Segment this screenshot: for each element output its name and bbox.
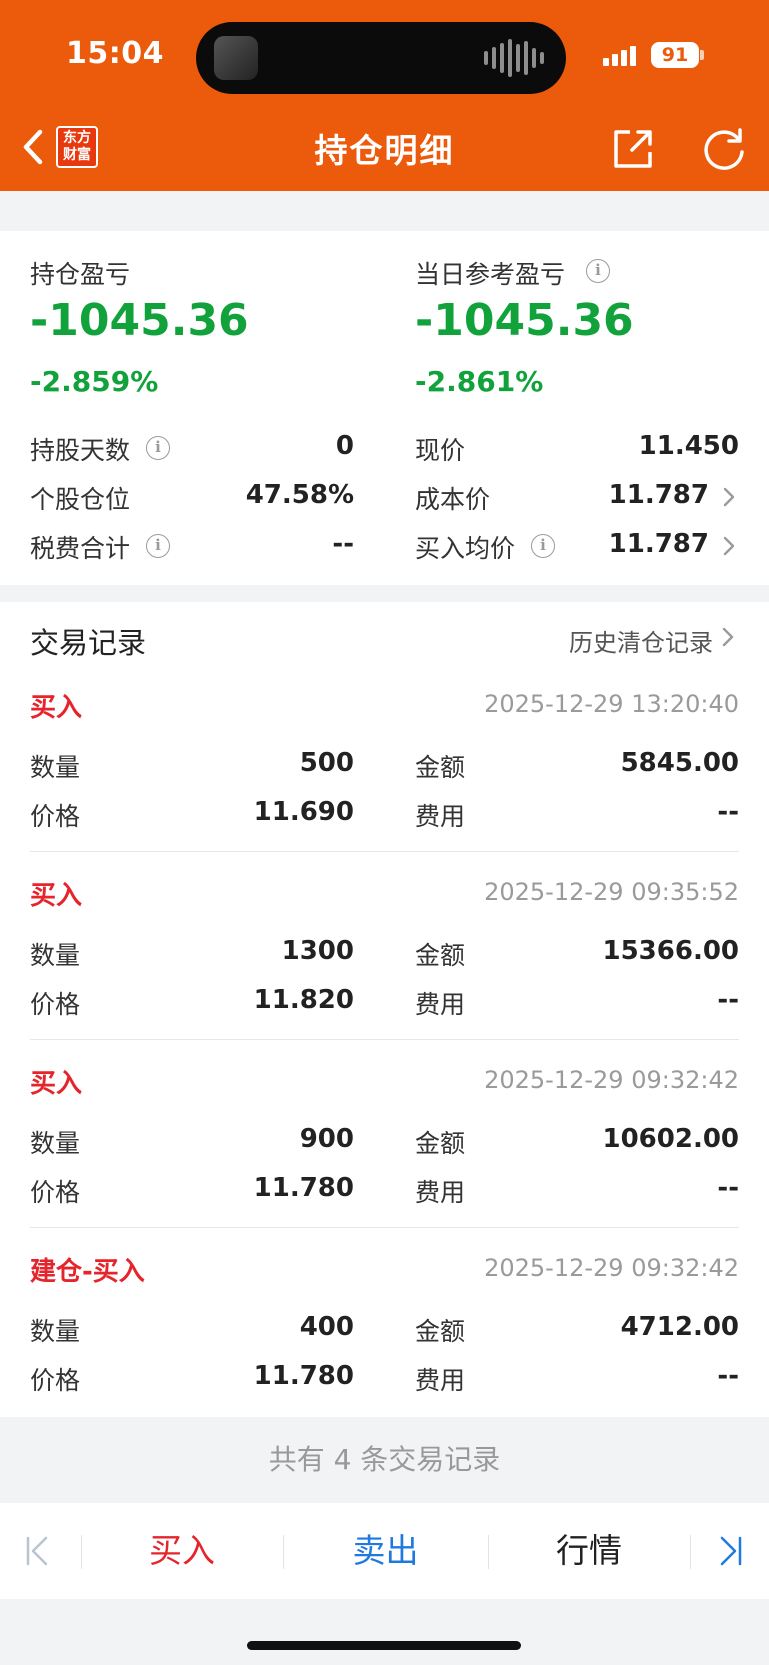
trade-time: 2025-12-29 09:35:52: [484, 878, 739, 906]
info-icon[interactable]: i: [146, 534, 170, 558]
hold-pl-percent: -2.859%: [30, 365, 159, 398]
record-divider: [30, 1039, 739, 1040]
chevron-right-icon[interactable]: [722, 486, 736, 508]
last-page-icon[interactable]: [718, 1535, 744, 1567]
hold-pl-label: 持仓盈亏: [30, 260, 131, 289]
qty-label: 数量: [30, 941, 81, 970]
fee-value: --: [717, 797, 739, 827]
bottom-toolbar: 买入 卖出 行情: [0, 1503, 769, 1599]
qty-label: 数量: [30, 753, 81, 782]
info-icon[interactable]: i: [531, 534, 555, 558]
status-time: 15:04: [66, 36, 164, 71]
price-label: 价格: [30, 802, 81, 831]
trade-time: 2025-12-29 13:20:40: [484, 690, 739, 718]
buy-button[interactable]: 买入: [82, 1503, 282, 1599]
trade-type: 建仓-买入: [30, 1257, 145, 1287]
first-page-icon[interactable]: [24, 1535, 50, 1567]
trade-type: 买入: [30, 1069, 83, 1099]
quote-button[interactable]: 行情: [489, 1503, 689, 1599]
qty-value: 400: [299, 1312, 354, 1342]
info-icon[interactable]: i: [146, 436, 170, 460]
trade-count-text: 共有 4 条交易记录: [0, 1417, 769, 1503]
chevron-right-icon[interactable]: [721, 626, 735, 648]
trade-records-title: 交易记录: [30, 626, 147, 660]
amount-label: 金额: [415, 941, 466, 970]
amount-label: 金额: [415, 753, 466, 782]
fee-label: 费用: [415, 1178, 466, 1207]
fee-label: 费用: [415, 990, 466, 1019]
hold-days-value: 0: [335, 431, 354, 461]
battery-icon: 91: [651, 42, 699, 68]
fee-label: 费用: [415, 802, 466, 831]
price-value: 11.820: [253, 985, 354, 1015]
record-divider: [30, 851, 739, 852]
price-label: 价格: [30, 990, 81, 1019]
record-divider: [30, 1227, 739, 1228]
qty-value: 1300: [281, 936, 354, 966]
trade-records-card: 交易记录 历史清仓记录 买入 2025-12-29 13:20:40 数量 50…: [0, 602, 769, 1417]
amount-value: 10602.00: [602, 1124, 739, 1154]
position-ratio-value: 47.58%: [245, 480, 354, 510]
trade-type: 买入: [30, 693, 83, 723]
audio-wave-icon: [484, 38, 544, 78]
amount-value: 15366.00: [602, 936, 739, 966]
hold-pl-value: -1045.36: [30, 295, 249, 346]
sell-button[interactable]: 卖出: [284, 1503, 487, 1599]
top-bar: 15:04 91 东方 财富 持仓明细: [0, 0, 769, 191]
price-value: 11.780: [253, 1173, 354, 1203]
qty-label: 数量: [30, 1129, 81, 1158]
home-indicator[interactable]: [247, 1641, 521, 1650]
current-price-value: 11.450: [638, 431, 739, 461]
avg-buy-price-value[interactable]: 11.787: [609, 529, 709, 559]
price-label: 价格: [30, 1178, 81, 1207]
cost-price-value[interactable]: 11.787: [609, 480, 709, 510]
fee-value: --: [717, 1361, 739, 1391]
cost-price-label[interactable]: 成本价: [415, 480, 490, 516]
hold-days-label: 持股天数: [30, 436, 131, 465]
qty-value: 900: [299, 1124, 354, 1154]
qty-label: 数量: [30, 1317, 81, 1346]
position-ratio-label: 个股仓位: [30, 485, 131, 514]
price-value: 11.780: [253, 1361, 354, 1391]
refresh-icon[interactable]: [701, 126, 747, 172]
dynamic-island: [196, 22, 566, 94]
amount-value: 5845.00: [620, 748, 739, 778]
avg-buy-price-label[interactable]: 买入均价: [415, 529, 515, 565]
amount-value: 4712.00: [620, 1312, 739, 1342]
amount-label: 金额: [415, 1129, 466, 1158]
qty-value: 500: [299, 748, 354, 778]
trade-type: 买入: [30, 881, 83, 911]
current-price-label: 现价: [415, 436, 466, 465]
signal-icon: [603, 46, 636, 66]
trade-time: 2025-12-29 09:32:42: [484, 1066, 739, 1094]
day-pl-label: 当日参考盈亏: [415, 260, 566, 289]
now-playing-thumbnail: [214, 36, 258, 80]
info-icon[interactable]: i: [586, 259, 610, 283]
price-value: 11.690: [253, 797, 354, 827]
tax-fee-value: --: [332, 529, 354, 559]
price-label: 价格: [30, 1366, 81, 1395]
fee-label: 费用: [415, 1366, 466, 1395]
chevron-right-icon[interactable]: [722, 535, 736, 557]
position-summary-card: 持仓盈亏 -1045.36 -2.859% 当日参考盈亏 i -1045.36 …: [0, 231, 769, 585]
day-pl-percent: -2.861%: [415, 365, 544, 398]
share-icon[interactable]: [610, 126, 656, 172]
tax-fee-label: 税费合计: [30, 534, 131, 563]
history-clearance-link[interactable]: 历史清仓记录: [569, 623, 713, 658]
fee-value: --: [717, 1173, 739, 1203]
amount-label: 金额: [415, 1317, 466, 1346]
battery-tip: [700, 50, 704, 60]
fee-value: --: [717, 985, 739, 1015]
day-pl-value: -1045.36: [415, 295, 634, 346]
trade-time: 2025-12-29 09:32:42: [484, 1254, 739, 1282]
toolbar-separator: [690, 1535, 691, 1569]
